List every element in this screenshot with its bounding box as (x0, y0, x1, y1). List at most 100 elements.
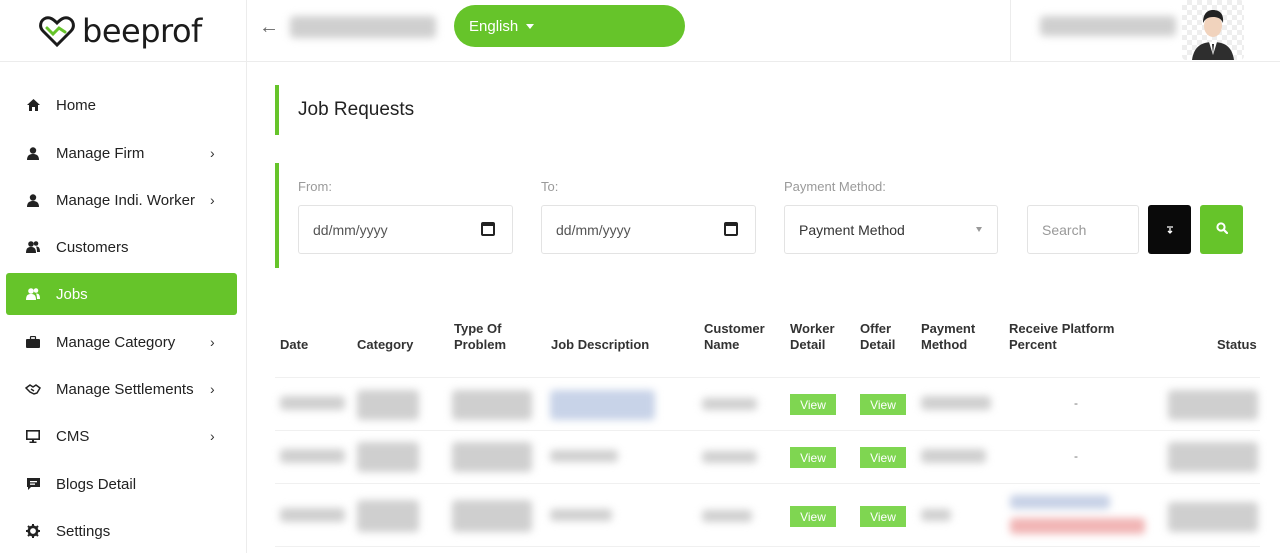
row-divider (275, 377, 1260, 378)
header-date: Date (280, 337, 309, 352)
cell-payment-redacted (921, 449, 986, 463)
comment-icon (25, 476, 41, 492)
header-status: Status (1217, 337, 1257, 352)
cell-type-redacted (452, 390, 532, 420)
language-label: English (469, 17, 519, 35)
filter-panel: From: dd/mm/yyyy To: dd/mm/yyyy Payment … (275, 163, 1265, 268)
language-dropdown[interactable]: English (454, 5, 685, 47)
users-icon (25, 286, 41, 302)
sidebar-item-home[interactable]: Home (6, 84, 237, 126)
sidebar-item-label: Manage Firm (56, 144, 145, 162)
search-input[interactable]: Search (1027, 205, 1139, 254)
calendar-icon[interactable] (481, 222, 495, 236)
caret-down-icon (976, 227, 982, 232)
payment-method-label: Payment Method: (784, 179, 886, 194)
top-bar: beeprof ← English (0, 0, 1280, 62)
to-date-placeholder: dd/mm/yyyy (556, 221, 631, 238)
sidebar-item-label: CMS (56, 427, 90, 445)
offer-view-button[interactable]: View (860, 506, 906, 527)
breadcrumb-redacted (290, 16, 436, 38)
sidebar-item-label: Jobs (56, 285, 88, 303)
page-title-section: Job Requests (275, 85, 414, 135)
search-icon (1215, 221, 1228, 239)
export-button[interactable] (1148, 205, 1191, 254)
sidebar-item-label: Manage Indi. Worker (56, 191, 195, 209)
sidebar-item-customers[interactable]: Customers (6, 226, 237, 268)
cell-type-redacted (452, 442, 532, 472)
cell-type-redacted (452, 500, 532, 532)
sidebar-item-manage-category[interactable]: Manage Category › (6, 321, 237, 363)
handshake-icon (25, 381, 41, 397)
users-icon (25, 239, 41, 255)
chevron-right-icon: › (210, 381, 215, 397)
cell-customer-redacted (702, 451, 757, 463)
sidebar-item-manage-settlements[interactable]: Manage Settlements › (6, 368, 237, 410)
to-label: To: (541, 179, 559, 194)
sidebar-item-manage-indi-worker[interactable]: Manage Indi. Worker › (6, 179, 237, 221)
chevron-right-icon: › (210, 334, 215, 350)
briefcase-icon (25, 334, 41, 350)
sidebar: Home Manage Firm › Manage Indi. Worker ›… (0, 62, 247, 553)
header-worker-detail: Worker Detail (790, 321, 835, 352)
sidebar-item-label: Manage Category (56, 333, 176, 351)
brand-logo[interactable]: beeprof (0, 0, 247, 62)
user-icon (25, 192, 41, 208)
header-job-description: Job Description (551, 337, 650, 352)
row-divider (275, 483, 1260, 484)
cell-date-redacted (280, 396, 345, 410)
sidebar-item-label: Customers (56, 238, 129, 256)
cell-platform-percent: - (1074, 449, 1078, 463)
gear-icon (25, 523, 41, 539)
row-divider (275, 546, 1260, 547)
sidebar-item-label: Manage Settlements (56, 380, 194, 398)
header-type-of-problem: Type Of Problem (454, 321, 507, 352)
worker-view-button[interactable]: View (790, 506, 836, 527)
sidebar-item-cms[interactable]: CMS › (6, 415, 237, 457)
search-button[interactable] (1200, 205, 1243, 254)
worker-view-button[interactable]: View (790, 447, 836, 468)
from-date-placeholder: dd/mm/yyyy (313, 221, 388, 238)
search-placeholder: Search (1042, 221, 1087, 238)
user-name-redacted (1040, 16, 1176, 36)
sidebar-item-jobs[interactable]: Jobs (6, 273, 237, 315)
cell-description-redacted (550, 509, 612, 521)
payment-method-value: Payment Method (799, 221, 905, 238)
header-category: Category (357, 337, 414, 352)
from-label: From: (298, 179, 332, 194)
cell-status-redacted (1168, 390, 1258, 420)
download-icon (1166, 221, 1174, 239)
sidebar-item-settings[interactable]: Settings (6, 510, 237, 552)
from-date-input[interactable]: dd/mm/yyyy (298, 205, 513, 254)
avatar[interactable] (1182, 0, 1244, 60)
cell-status-redacted (1168, 442, 1258, 472)
monitor-icon (25, 428, 41, 444)
sidebar-item-manage-firm[interactable]: Manage Firm › (6, 132, 237, 174)
cell-customer-redacted (702, 398, 757, 410)
divider (1010, 0, 1011, 62)
header-customer-name: Customer Name (704, 321, 765, 352)
to-date-input[interactable]: dd/mm/yyyy (541, 205, 756, 254)
header-receive-platform-percent: Receive Platform Percent (1009, 321, 1115, 352)
sidebar-item-blogs-detail[interactable]: Blogs Detail (6, 463, 237, 505)
cell-payment-redacted (921, 509, 951, 521)
chevron-right-icon: › (210, 145, 215, 161)
handshake-heart-logo-icon (38, 14, 76, 48)
back-arrow-icon[interactable]: ← (258, 16, 280, 38)
chevron-right-icon: › (210, 428, 215, 444)
home-icon (25, 97, 41, 113)
payment-method-select[interactable]: Payment Method (784, 205, 998, 254)
offer-view-button[interactable]: View (860, 447, 906, 468)
sidebar-item-label: Home (56, 96, 97, 114)
calendar-icon[interactable] (724, 222, 738, 236)
cell-platform-percent-redacted (1010, 518, 1145, 534)
worker-view-button[interactable]: View (790, 394, 836, 415)
caret-down-icon (526, 23, 535, 29)
cell-status-redacted (1168, 502, 1258, 532)
cell-category-redacted (357, 442, 419, 472)
offer-view-button[interactable]: View (860, 394, 906, 415)
cell-date-redacted (280, 508, 345, 522)
cell-description-redacted (550, 450, 618, 462)
cell-platform-percent: - (1074, 396, 1078, 410)
user-icon (25, 145, 41, 161)
cell-date-redacted (280, 449, 345, 463)
